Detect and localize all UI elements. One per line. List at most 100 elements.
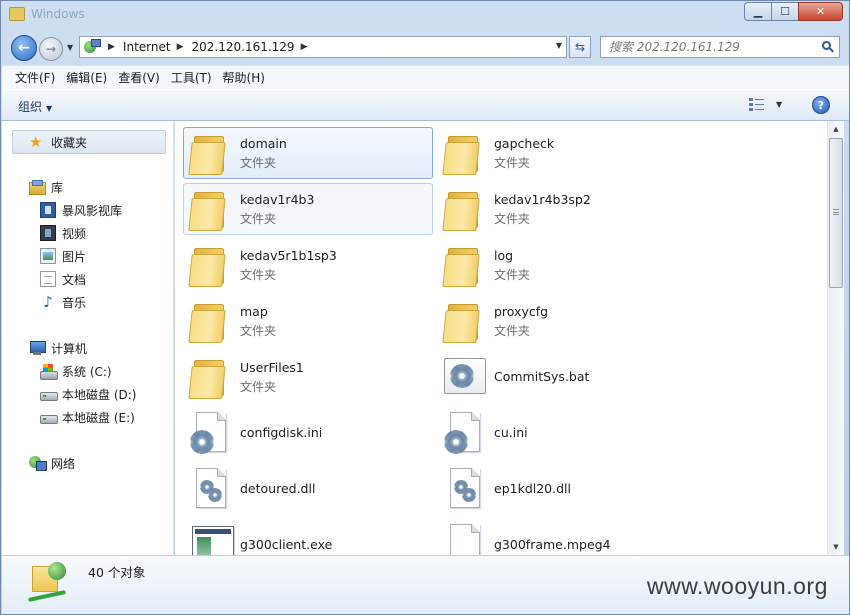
folder-icon <box>442 298 486 346</box>
file-item-domain[interactable]: domain 文件夹 <box>183 127 433 179</box>
scrollbar-thumb[interactable] <box>829 138 843 288</box>
file-item-g300client-exe[interactable]: g300client.exe <box>183 519 433 555</box>
nav-label: 收藏夹 <box>51 135 88 150</box>
address-bar[interactable]: ▶ Internet ▶ 202.120.161.129 ▶ ▼ <box>79 36 567 58</box>
address-row: ← → ▼ ▶ Internet ▶ 202.120.161.129 ▶ ▼ ⇆ <box>1 31 849 63</box>
file-item-proxycfg[interactable]: proxycfg 文件夹 <box>437 295 687 347</box>
scroll-up-icon[interactable]: ▲ <box>828 121 844 137</box>
breadcrumb-separator-icon[interactable]: ▶ <box>108 42 115 52</box>
vertical-scrollbar[interactable]: ▲ ▼ <box>827 121 844 555</box>
watermark: www.wooyun.org <box>647 573 828 599</box>
nav-label: 图片 <box>62 249 87 264</box>
document-icon <box>40 271 56 287</box>
film-icon <box>40 225 56 241</box>
details-pane: 40 个对象 www.wooyun.org <box>2 555 849 614</box>
item-type: 文件夹 <box>240 156 277 170</box>
nav-label: 视频 <box>62 226 87 241</box>
search-box[interactable] <box>600 36 840 58</box>
recent-pages-dropdown[interactable]: ▼ <box>67 43 73 52</box>
picture-icon <box>40 248 56 264</box>
file-item-userfiles1[interactable]: UserFiles1 文件夹 <box>183 351 433 403</box>
minimize-button[interactable]: ▁ <box>744 2 771 21</box>
nav-item-music[interactable]: ♪ 音乐 <box>40 292 86 312</box>
file-item-ep1kdl20-dll[interactable]: ep1kdl20.dll <box>437 463 687 515</box>
item-name: cu.ini <box>494 425 528 440</box>
help-icon: ? <box>817 98 825 112</box>
menu-edit[interactable]: 编辑(E) <box>61 67 112 88</box>
hard-drive-icon <box>40 386 58 402</box>
back-button[interactable]: ← <box>11 35 37 61</box>
file-item-configdisk-ini[interactable]: configdisk.ini <box>183 407 433 459</box>
folder-icon <box>442 186 486 234</box>
breadcrumb-host[interactable]: 202.120.161.129 <box>192 40 295 54</box>
nav-item-documents[interactable]: 文档 <box>40 269 86 289</box>
nav-item-drive-e[interactable]: 本地磁盘 (E:) <box>40 407 135 427</box>
menu-tools[interactable]: 工具(T) <box>166 67 217 88</box>
menu-help[interactable]: 帮助(H) <box>218 67 270 88</box>
network-folder-icon <box>27 562 72 606</box>
computer-icon <box>29 340 46 356</box>
organize-label: 组织 <box>18 100 43 114</box>
file-item-commitsys-bat[interactable]: CommitSys.bat <box>437 351 687 403</box>
item-name: g300client.exe <box>240 537 333 552</box>
file-item-detoured-dll[interactable]: detoured.dll <box>183 463 433 515</box>
file-item-kedav1r4b3[interactable]: kedav1r4b3 文件夹 <box>183 183 433 235</box>
search-input[interactable] <box>609 40 809 54</box>
item-name: configdisk.ini <box>240 425 323 440</box>
nav-label: 库 <box>51 180 64 195</box>
nav-label: 本地磁盘 (E:) <box>62 410 135 425</box>
file-item-map[interactable]: map 文件夹 <box>183 295 433 347</box>
item-type: 文件夹 <box>240 268 277 282</box>
nav-item-favorites[interactable]: ★ 收藏夹 <box>12 130 166 154</box>
refresh-button[interactable]: ⇆ <box>569 36 591 58</box>
blank-file-icon <box>442 522 486 555</box>
nav-item-baofeng-library[interactable]: 暴风影视库 <box>40 200 122 220</box>
dll-file-icon <box>442 466 486 514</box>
item-name: CommitSys.bat <box>494 369 590 384</box>
forward-button[interactable]: → <box>39 37 63 61</box>
back-arrow-icon: ← <box>18 40 30 56</box>
folder-icon <box>188 186 232 234</box>
file-item-cu-ini[interactable]: cu.ini <box>437 407 687 459</box>
item-name: g300frame.mpeg4 <box>494 537 611 552</box>
folder-icon <box>188 354 232 402</box>
dll-file-icon <box>188 466 232 514</box>
item-name: ep1kdl20.dll <box>494 481 571 496</box>
scroll-down-icon[interactable]: ▼ <box>828 539 844 555</box>
breadcrumb-separator-icon[interactable]: ▶ <box>177 42 184 52</box>
file-list: domain 文件夹 gapcheck 文件夹 kedav1r4b3 文件夹 k… <box>175 121 827 555</box>
nav-item-computer[interactable]: 计算机 <box>29 338 87 358</box>
file-item-gapcheck[interactable]: gapcheck 文件夹 <box>437 127 687 179</box>
help-button[interactable]: ? <box>812 96 830 114</box>
nav-item-network[interactable]: 网络 <box>29 453 75 473</box>
maximize-button[interactable]: ☐ <box>771 2 798 21</box>
menu-file[interactable]: 文件(F) <box>10 67 60 88</box>
nav-item-pictures[interactable]: 图片 <box>40 246 86 266</box>
nav-item-videos[interactable]: 视频 <box>40 223 86 243</box>
search-icon[interactable] <box>822 41 834 53</box>
menu-view[interactable]: 查看(V) <box>113 67 165 88</box>
nav-item-drive-c[interactable]: 系统 (C:) <box>40 361 112 381</box>
config-file-icon <box>442 410 486 458</box>
nav-label: 音乐 <box>62 295 87 310</box>
change-view-button[interactable]: ▼ <box>746 98 786 114</box>
file-item-log[interactable]: log 文件夹 <box>437 239 687 291</box>
batch-file-icon <box>442 354 486 402</box>
minimize-icon: ▁ <box>753 5 763 18</box>
breadcrumb-separator-icon[interactable]: ▶ <box>301 42 308 52</box>
file-item-g300frame-mpeg4[interactable]: g300frame.mpeg4 <box>437 519 687 555</box>
breadcrumb-internet[interactable]: Internet <box>123 40 171 54</box>
close-button[interactable]: ✕ <box>798 2 843 21</box>
address-history-dropdown[interactable]: ▼ <box>556 41 562 50</box>
title-bar[interactable]: Windows ▁ ☐ ✕ <box>1 1 849 29</box>
organize-button[interactable]: 组织 ▼ <box>18 98 52 115</box>
file-item-kedav1r4b3sp2[interactable]: kedav1r4b3sp2 文件夹 <box>437 183 687 235</box>
chevron-down-icon: ▼ <box>46 104 53 113</box>
item-name: UserFiles1 <box>240 360 304 375</box>
nav-item-libraries[interactable]: 库 <box>29 177 63 197</box>
nav-item-drive-d[interactable]: 本地磁盘 (D:) <box>40 384 136 404</box>
forward-arrow-icon: → <box>45 42 57 56</box>
file-item-kedav5r1b1sp3[interactable]: kedav5r1b1sp3 文件夹 <box>183 239 433 291</box>
config-file-icon <box>188 410 232 458</box>
folder-icon <box>442 130 486 178</box>
